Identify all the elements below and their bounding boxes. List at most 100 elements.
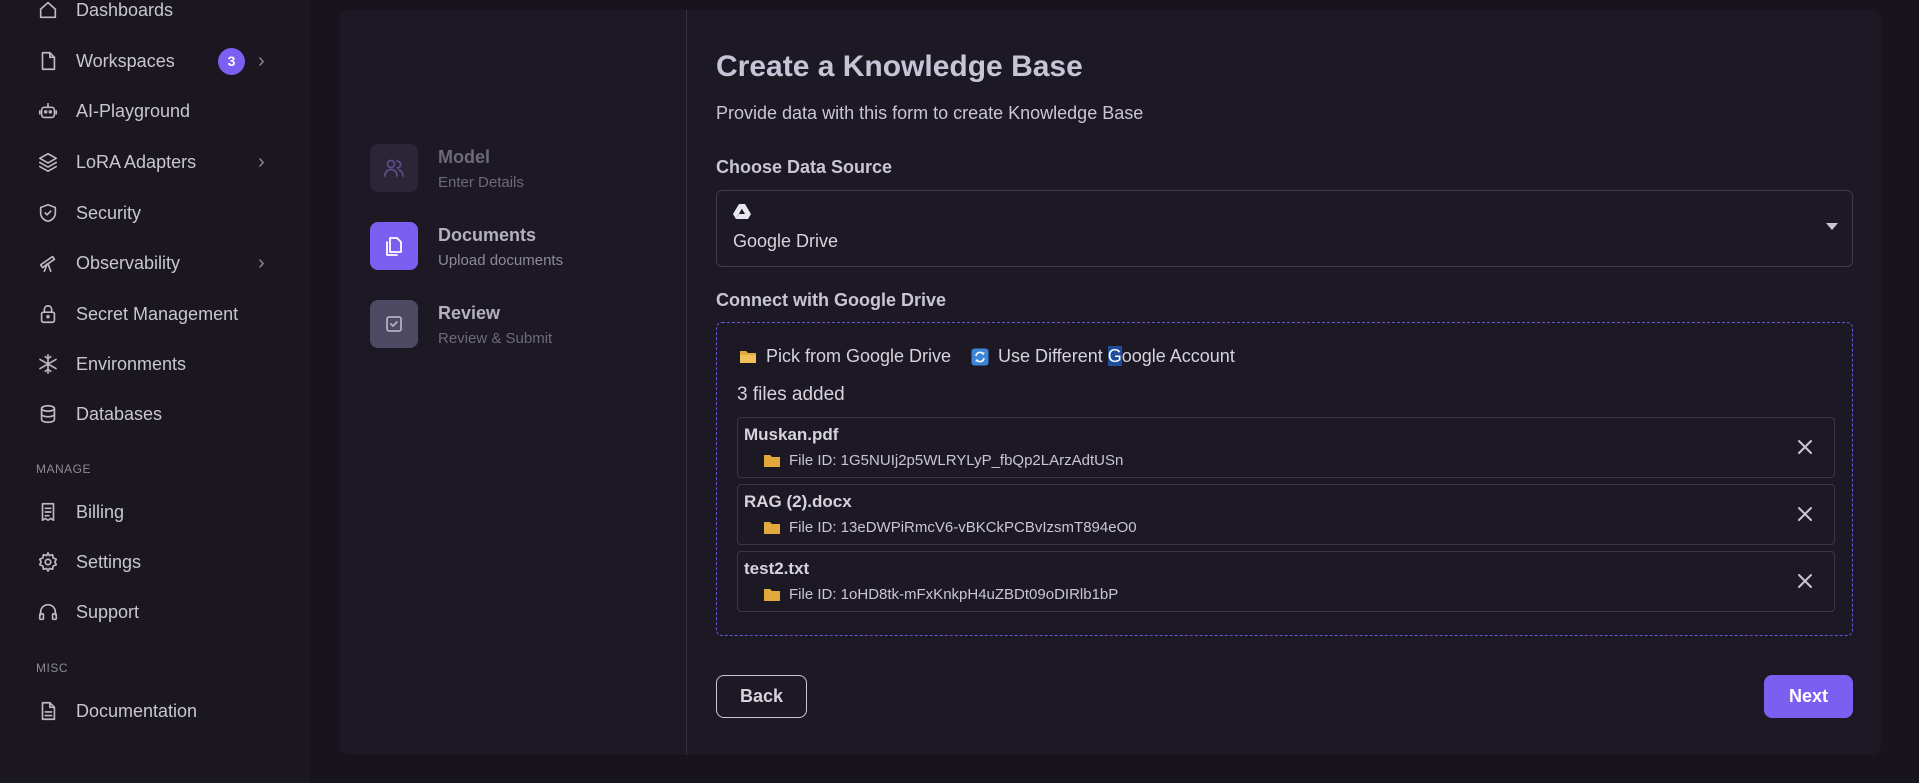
users-icon: [370, 144, 418, 192]
folder-icon: [764, 454, 780, 467]
step-subtitle: Review & Submit: [438, 330, 553, 347]
file-name: RAG (2).docx: [744, 492, 852, 511]
step-review[interactable]: Review Review & Submit: [370, 300, 552, 348]
file-id-text: File ID: 1G5NUIj2p5WLRYLyP_fbQp2LArzAdtU…: [789, 452, 1124, 469]
robot-icon: [36, 99, 60, 123]
page-title: Create a Knowledge Base: [716, 50, 1083, 83]
sidebar-item-label: Workspaces: [76, 50, 175, 71]
chevron-right-icon[interactable]: ›: [258, 252, 265, 275]
snowflake-icon: [36, 352, 60, 376]
page-subtitle: Provide data with this form to create Kn…: [716, 103, 1144, 123]
checkbox-icon: [370, 300, 418, 348]
close-icon: [1798, 440, 1812, 454]
step-subtitle: Enter Details: [438, 174, 524, 191]
step-title: Review: [438, 303, 501, 323]
remove-file-button[interactable]: [1794, 503, 1816, 525]
shield-icon: [36, 201, 60, 225]
folder-icon: [739, 349, 757, 364]
file-id-text: File ID: 1oHD8tk-mFxKnkpH4uZBDt09oDIRlb1…: [789, 586, 1119, 603]
sidebar-item-security[interactable]: Security: [36, 193, 276, 233]
sidebar-item-secret-management[interactable]: Secret Management: [36, 294, 276, 334]
sidebar-item-observability[interactable]: Observability ›: [36, 243, 276, 283]
folder-icon: [764, 521, 780, 534]
home-icon: [36, 0, 60, 22]
step-subtitle: Upload documents: [438, 252, 564, 269]
back-button[interactable]: Back: [716, 675, 807, 718]
layers-icon: [36, 150, 60, 174]
connect-label: Connect with Google Drive: [716, 290, 947, 310]
close-icon: [1798, 574, 1812, 588]
step-documents[interactable]: Documents Upload documents: [370, 222, 563, 270]
data-source-label: Choose Data Source: [716, 157, 893, 177]
pick-from-drive-label: Pick from Google Drive: [766, 346, 952, 366]
file-row: Muskan.pdf File ID: 1G5NUIj2p5WLRYLyP_fb…: [737, 417, 1835, 478]
file-id: File ID: 1G5NUIj2p5WLRYLyP_fbQp2LArzAdtU…: [764, 452, 1123, 469]
sidebar-item-label: Observability: [76, 252, 181, 273]
switch-account-icon: [971, 348, 989, 366]
copy-icon: [370, 222, 418, 270]
label-part: oogle Account: [1121, 346, 1235, 366]
gear-icon: [36, 550, 60, 574]
folder-icon: [764, 588, 780, 601]
data-source-select[interactable]: Google Drive: [716, 190, 1853, 267]
sidebar-item-label: Documentation: [76, 700, 198, 721]
close-icon: [1798, 507, 1812, 521]
sidebar-item-environments[interactable]: Environments: [36, 344, 276, 384]
sidebar-item-label: AI-Playground: [76, 100, 191, 121]
sidebar-item-billing[interactable]: Billing: [36, 492, 276, 532]
file-name: test2.txt: [744, 559, 810, 578]
file-icon: [36, 49, 60, 73]
google-drive-icon: [733, 203, 751, 224]
remove-file-button[interactable]: [1794, 436, 1816, 458]
sidebar-item-documentation[interactable]: Documentation: [36, 691, 276, 731]
remove-file-button[interactable]: [1794, 570, 1816, 592]
step-title: Documents: [438, 225, 537, 245]
telescope-icon: [36, 251, 60, 275]
sidebar-item-workspaces[interactable]: Workspaces 3 ›: [36, 41, 276, 81]
data-source-value: Google Drive: [733, 231, 839, 251]
sidebar-item-ai-playground[interactable]: AI-Playground: [36, 91, 276, 131]
file-name: Muskan.pdf: [744, 425, 839, 444]
sidebar-item-label: Databases: [76, 403, 163, 424]
sidebar-item-settings[interactable]: Settings: [36, 542, 276, 582]
sidebar-item-lora-adapters[interactable]: LoRA Adapters ›: [36, 142, 276, 182]
label-part: Use Different: [998, 346, 1108, 366]
sidebar-item-dashboards[interactable]: Dashboards: [36, 0, 276, 30]
sidebar-item-label: Security: [76, 202, 142, 223]
sidebar-item-label: Settings: [76, 551, 142, 572]
section-label-manage: MANAGE: [36, 462, 92, 476]
step-title: Model: [438, 147, 490, 167]
document-icon: [36, 699, 60, 723]
chevron-right-icon[interactable]: ›: [258, 151, 265, 174]
pick-from-drive-button[interactable]: Pick from Google Drive: [739, 346, 951, 367]
sidebar-item-label: Support: [76, 601, 140, 622]
count-badge: 3: [218, 47, 245, 75]
files-count: 3 files added: [737, 384, 845, 405]
file-id: File ID: 1oHD8tk-mFxKnkpH4uZBDt09oDIRlb1…: [764, 586, 1118, 603]
file-row: test2.txt File ID: 1oHD8tk-mFxKnkpH4uZBD…: [737, 551, 1835, 612]
receipt-icon: [36, 500, 60, 524]
sidebar-item-support[interactable]: Support: [36, 592, 276, 632]
headphones-icon: [36, 600, 60, 624]
text-selection-highlight: G: [1107, 346, 1122, 366]
sidebar-item-databases[interactable]: Databases: [36, 394, 276, 434]
use-different-account-button[interactable]: Use Different Google Account: [971, 346, 1235, 367]
file-id: File ID: 13eDWPiRmcV6-vBKCkPCBvIzsmT894e…: [764, 519, 1137, 536]
chevron-right-icon[interactable]: ›: [258, 50, 265, 73]
sidebar-item-label: Dashboards: [76, 0, 174, 20]
sidebar-item-label: LoRA Adapters: [76, 151, 197, 172]
file-row: RAG (2).docx File ID: 13eDWPiRmcV6-vBKCk…: [737, 484, 1835, 545]
google-drive-panel: Pick from Google Drive Use Different Goo…: [716, 322, 1853, 636]
next-button[interactable]: Next: [1764, 675, 1853, 718]
lock-icon: [36, 302, 60, 326]
stepper-divider: [686, 10, 687, 755]
sidebar: Dashboards Workspaces 3 › AI-Playground …: [0, 0, 310, 783]
step-model[interactable]: Model Enter Details: [370, 144, 524, 192]
database-icon: [36, 402, 60, 426]
caret-down-icon: [1826, 223, 1838, 230]
file-id-text: File ID: 13eDWPiRmcV6-vBKCkPCBvIzsmT894e…: [789, 519, 1137, 536]
sidebar-item-label: Secret Management: [76, 303, 239, 324]
sidebar-item-label: Billing: [76, 501, 125, 522]
use-different-account-label: Use Different Google Account: [998, 346, 1235, 367]
sidebar-item-label: Environments: [76, 353, 187, 374]
